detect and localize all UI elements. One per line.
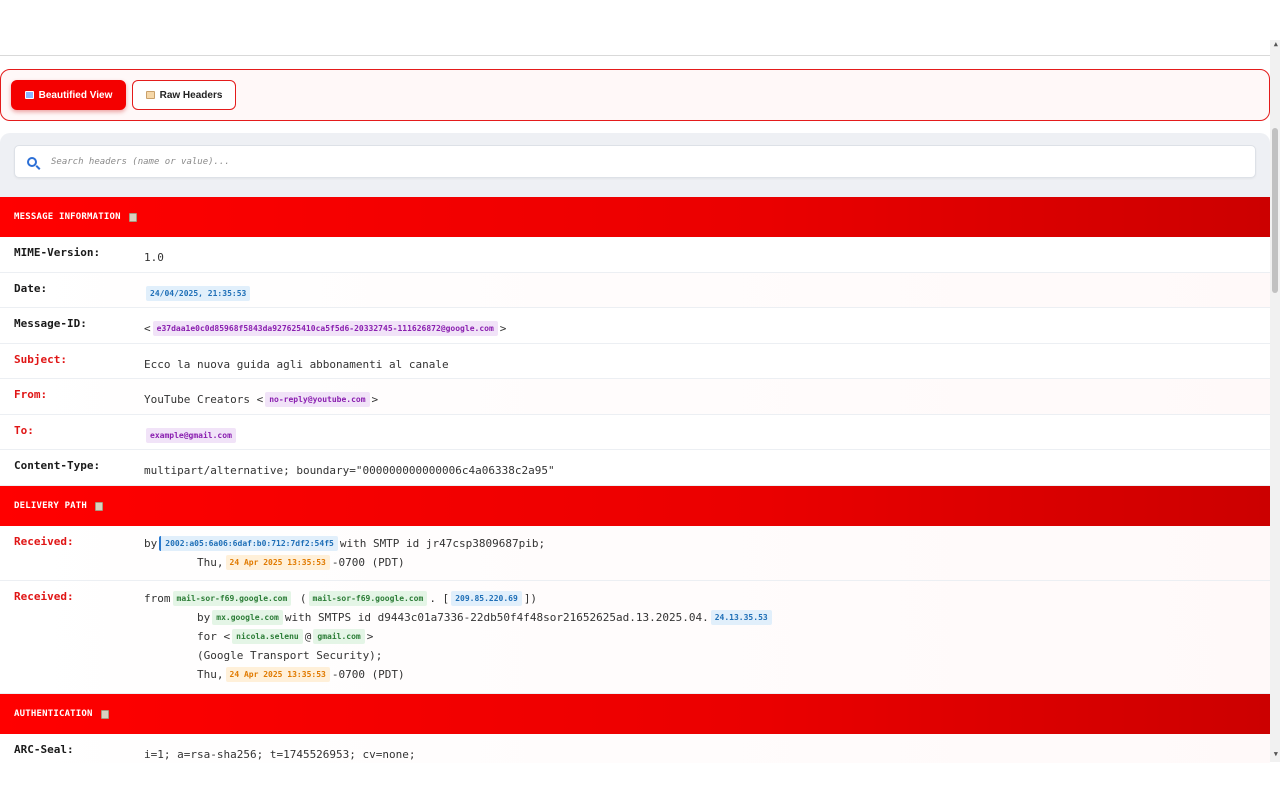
- clipboard-icon[interactable]: [95, 501, 104, 511]
- beautified-view-label: Beautified View: [38, 89, 113, 101]
- weekday-text: Thu,: [197, 668, 224, 681]
- header-value: multipart/alternative; boundary="0000000…: [144, 464, 555, 477]
- view-tabs: Beautified View Raw Headers: [0, 69, 1270, 121]
- ip-badge: 209.85.220.69: [451, 591, 522, 606]
- weekday-text: Thu,: [197, 556, 224, 569]
- header-name: Received:: [14, 590, 74, 603]
- raw-headers-label: Raw Headers: [159, 89, 223, 101]
- date-badge: 24/04/2025, 21:35:53: [146, 286, 251, 301]
- tls-text: (Google Transport Security);: [197, 649, 383, 662]
- header-value: 1.0: [144, 251, 164, 264]
- header-row-received: Received: by 2002:a05:6a06:6daf:b0:712:7…: [0, 526, 1270, 581]
- search-input[interactable]: [51, 156, 651, 167]
- received-text: with SMTP id jr47csp3809687pib;: [339, 537, 546, 550]
- header-row-arc-seal: ARC-Seal: i=1; a=rsa-sha256; t=174552695…: [0, 734, 1270, 763]
- keyword-by: by: [197, 611, 211, 624]
- header-name: Subject:: [14, 353, 67, 366]
- search-bar: [0, 133, 1270, 197]
- timezone-text: -0700 (PDT): [331, 668, 405, 681]
- scroll-down-arrow-icon[interactable]: ▼: [1274, 750, 1278, 758]
- image-icon: [24, 91, 34, 99]
- host-badge: mail-sor-f69.google.com: [308, 591, 428, 606]
- header-value: Ecco la nuova guida agli abbonamenti al …: [144, 358, 449, 371]
- version-badge: 24.13.35.53: [710, 610, 772, 625]
- host-badge: mail-sor-f69.google.com: [172, 591, 292, 606]
- header-name: ARC-Seal:: [14, 743, 74, 756]
- user-badge: nicola.selenu: [232, 629, 303, 644]
- top-bar: [0, 0, 1270, 56]
- section-header-authentication: AUTHENTICATION: [0, 694, 1270, 734]
- header-name: MIME-Version:: [14, 246, 101, 259]
- to-email-badge: example@gmail.com: [146, 428, 236, 443]
- message-id-badge: e37daa1e0c0d85968f5843da927625410ca5f5d6…: [152, 321, 498, 336]
- received-text: with SMTPS id d9443c01a7336-22db50f4f48s…: [284, 611, 709, 624]
- section-title: DELIVERY PATH: [14, 501, 88, 511]
- date-badge: 24 Apr 2025 13:35:53: [225, 555, 330, 570]
- section-title: AUTHENTICATION: [14, 709, 93, 719]
- header-row-content-type: Content-Type: multipart/alternative; bou…: [0, 450, 1270, 486]
- clipboard-icon[interactable]: [100, 709, 109, 719]
- search-icon: [27, 156, 37, 167]
- section-header-delivery-path: DELIVERY PATH: [0, 486, 1270, 526]
- scroll-up-arrow-icon[interactable]: ▲: [1274, 40, 1278, 48]
- memo-icon: [145, 91, 155, 99]
- clipboard-icon[interactable]: [128, 212, 137, 222]
- header-row-mime-version: MIME-Version: 1.0: [0, 237, 1270, 273]
- search-box[interactable]: [14, 145, 1256, 178]
- scrollbar-thumb[interactable]: [1272, 128, 1278, 293]
- header-value: i=1; a=rsa-sha256; t=1745526953; cv=none…: [144, 748, 416, 761]
- raw-headers-button[interactable]: Raw Headers: [132, 80, 236, 110]
- header-name: Message-ID:: [14, 317, 87, 330]
- from-display-name: YouTube Creators: [144, 393, 250, 406]
- section-header-message-information: MESSAGE INFORMATION: [0, 197, 1270, 237]
- keyword-by: by: [144, 537, 158, 550]
- header-row-from: From: YouTube Creators < no-reply@youtube…: [0, 379, 1270, 415]
- header-name: Content-Type:: [14, 459, 101, 472]
- timezone-text: -0700 (PDT): [331, 556, 405, 569]
- beautified-view-button[interactable]: Beautified View: [11, 80, 126, 110]
- from-email-badge: no-reply@youtube.com: [265, 392, 370, 407]
- at-sign: @: [304, 630, 312, 643]
- header-name: Received:: [14, 535, 74, 548]
- keyword-for: for: [197, 630, 217, 643]
- header-name: Date:: [14, 282, 48, 295]
- date-badge: 24 Apr 2025 13:35:53: [225, 667, 330, 682]
- domain-badge: gmail.com: [313, 629, 365, 644]
- header-row-subject: Subject: Ecco la nuova guida agli abbona…: [0, 344, 1270, 379]
- header-name: To:: [14, 424, 34, 437]
- header-row-message-id: Message-ID: < e37daa1e0c0d85968f5843da927…: [0, 308, 1270, 344]
- keyword-from: from: [144, 592, 171, 605]
- section-title: MESSAGE INFORMATION: [14, 212, 121, 222]
- ip-badge: 2002:a05:6a06:6daf:b0:712:7df2:54f5: [159, 536, 338, 551]
- header-row-received: Received: from mail-sor-f69.google.com (…: [0, 581, 1270, 694]
- header-row-to: To: example@gmail.com: [0, 415, 1270, 450]
- host-badge: mx.google.com: [212, 610, 283, 625]
- header-name: From:: [14, 388, 48, 401]
- header-row-date: Date: 24/04/2025, 21:35:53: [0, 273, 1270, 308]
- headers-viewer: MESSAGE INFORMATION MIME-Version: 1.0 Da…: [0, 133, 1270, 763]
